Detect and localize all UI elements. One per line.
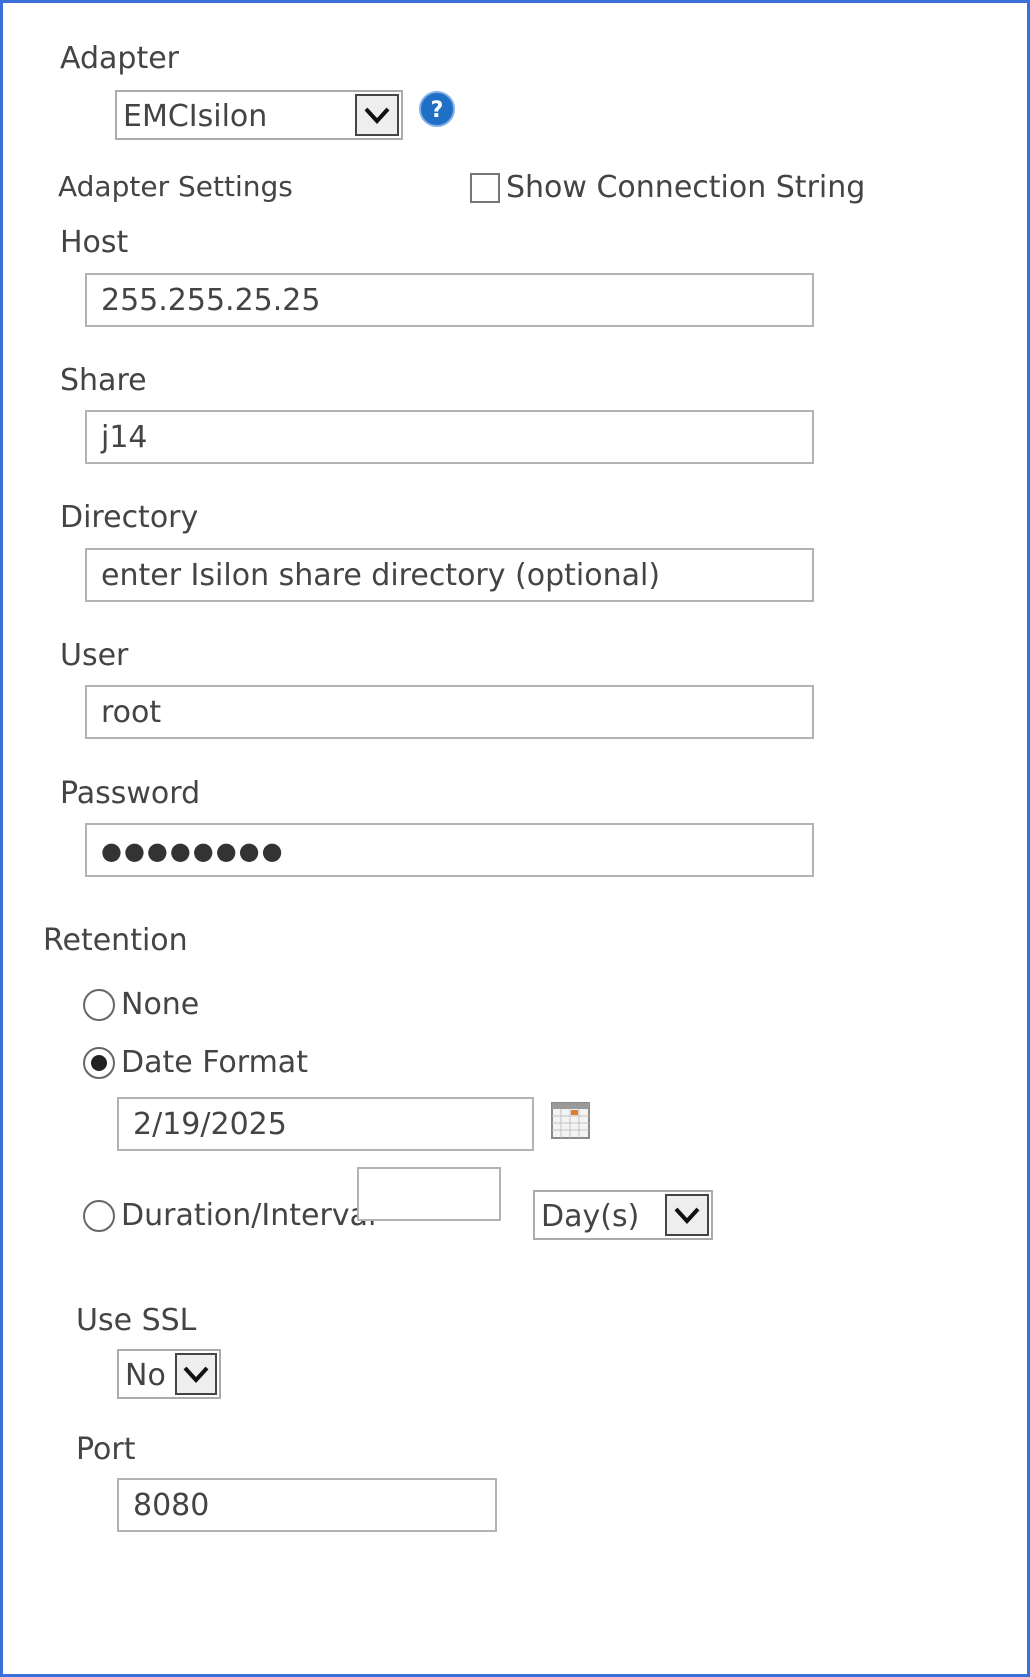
retention-duration-label[interactable]: Duration/Interval <box>121 1198 376 1234</box>
directory-input[interactable]: enter Isilon share directory (optional) <box>85 548 814 602</box>
share-input[interactable]: j14 <box>85 410 814 464</box>
retention-none-label[interactable]: None <box>121 987 199 1023</box>
show-connection-string-label[interactable]: Show Connection String <box>506 170 865 206</box>
retention-date-format-label[interactable]: Date Format <box>121 1045 308 1081</box>
host-input[interactable]: 255.255.25.25 <box>85 273 814 327</box>
help-icon[interactable]: ? <box>418 90 456 128</box>
chevron-down-icon[interactable] <box>355 94 399 136</box>
share-label: Share <box>60 363 147 398</box>
adapter-selected-value: EMCIsilon <box>123 99 268 134</box>
user-input[interactable]: root <box>85 685 814 739</box>
host-label: Host <box>60 225 129 260</box>
use-ssl-value: No <box>125 1358 166 1393</box>
show-connection-string-checkbox[interactable] <box>470 173 500 203</box>
duration-input[interactable] <box>357 1167 501 1221</box>
password-label: Password <box>60 776 201 811</box>
radio-selected-dot <box>91 1055 107 1071</box>
chevron-down-icon[interactable] <box>175 1353 217 1395</box>
use-ssl-label: Use SSL <box>76 1303 197 1338</box>
user-label: User <box>60 638 129 673</box>
retention-duration-radio[interactable] <box>83 1200 115 1232</box>
directory-label: Directory <box>60 500 199 535</box>
retention-none-radio[interactable] <box>83 989 115 1021</box>
adapter-label: Adapter <box>60 41 180 76</box>
use-ssl-select[interactable]: No <box>117 1349 221 1399</box>
retention-label: Retention <box>43 923 188 958</box>
retention-date-input[interactable]: 2/19/2025 <box>117 1097 534 1151</box>
port-label: Port <box>76 1432 136 1467</box>
chevron-down-icon[interactable] <box>665 1194 709 1236</box>
adapter-settings-panel: Adapter EMCIsilon ? Adapter Settings Sho… <box>0 0 1030 1677</box>
adapter-select[interactable]: EMCIsilon <box>115 90 403 140</box>
port-input[interactable]: 8080 <box>117 1478 497 1532</box>
svg-text:?: ? <box>431 98 444 123</box>
duration-unit-value: Day(s) <box>541 1199 640 1234</box>
calendar-icon[interactable] <box>551 1102 591 1140</box>
password-input[interactable]: ●●●●●●●● <box>85 823 814 877</box>
adapter-settings-label: Adapter Settings <box>58 170 293 203</box>
retention-date-format-radio[interactable] <box>83 1047 115 1079</box>
duration-unit-select[interactable]: Day(s) <box>533 1190 713 1240</box>
